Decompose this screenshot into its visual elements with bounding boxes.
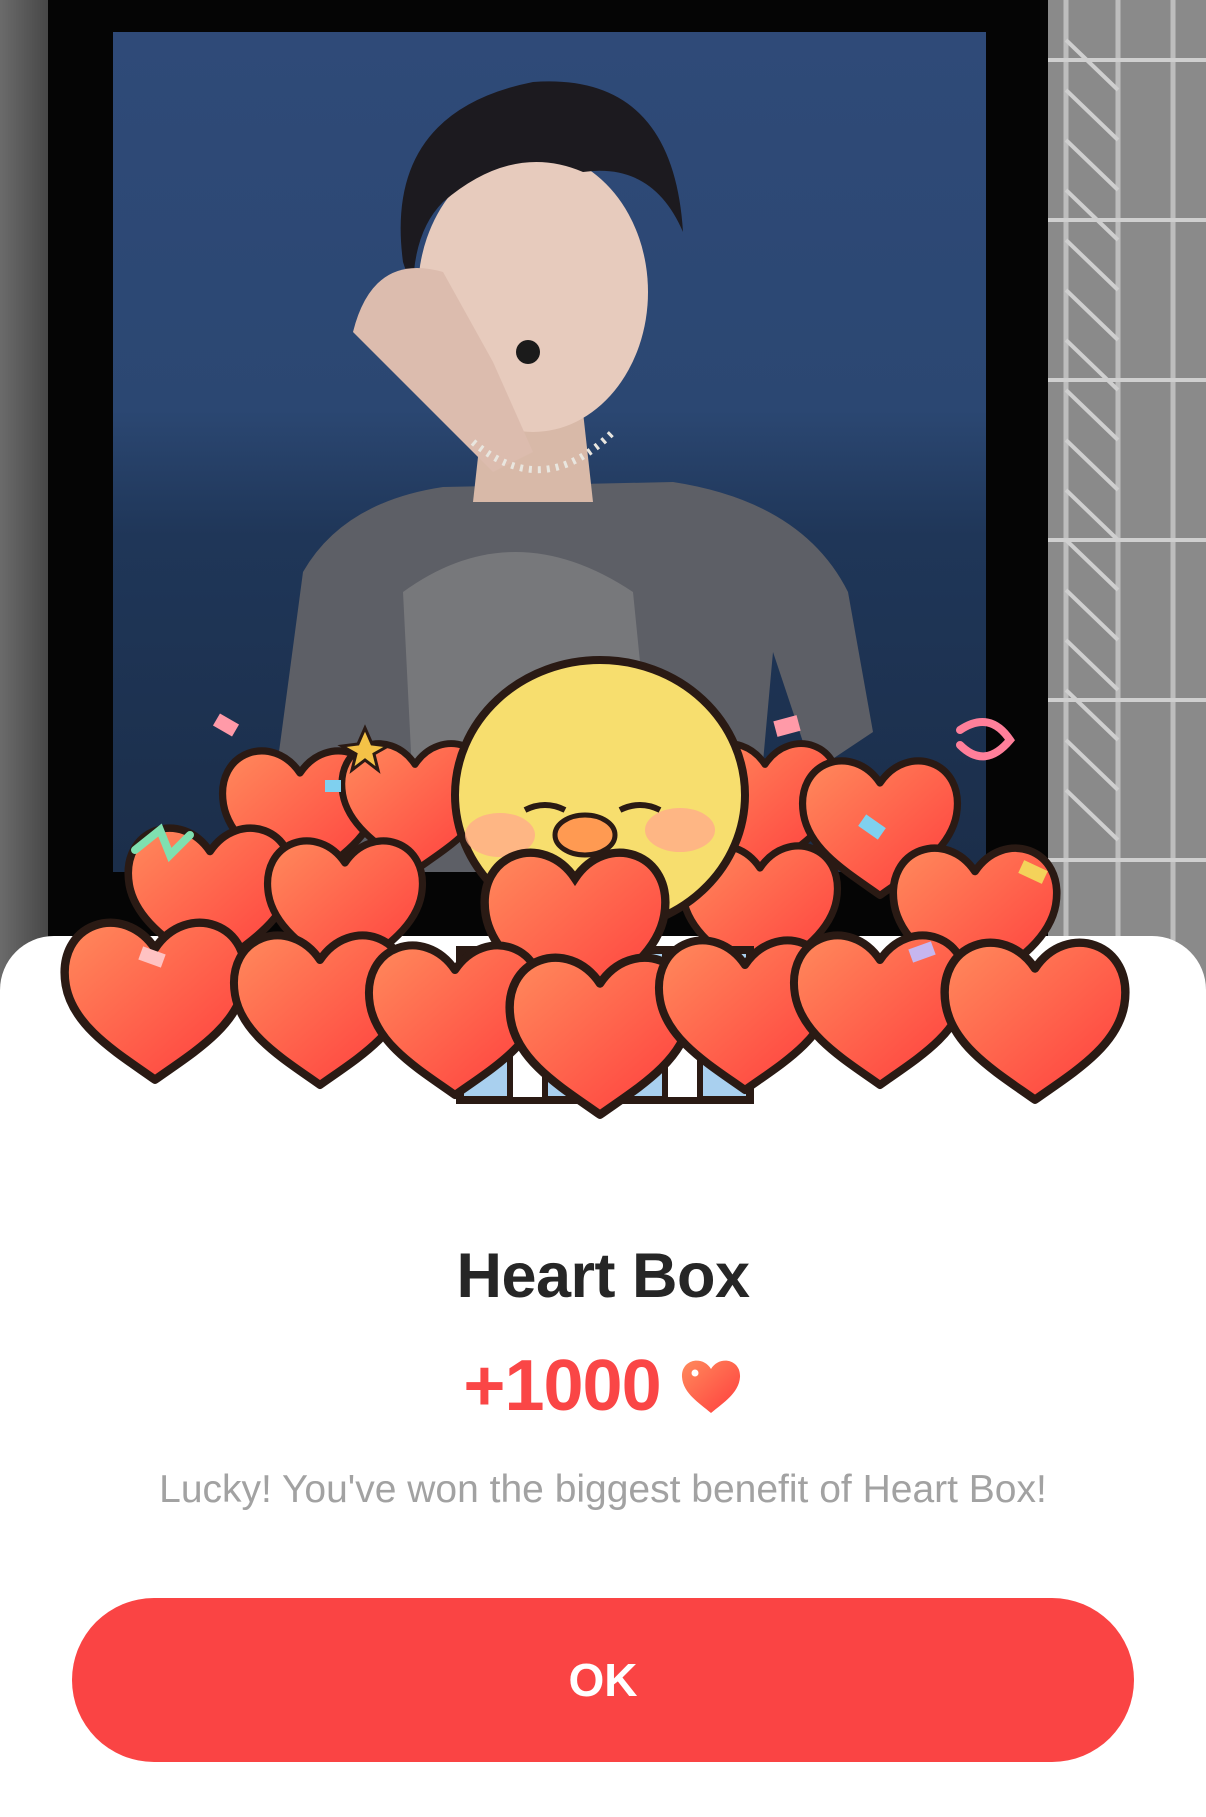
heart-box-illustration [0,656,1206,1190]
heart-shape [65,923,246,1080]
popup-title: Heart Box [456,1241,750,1311]
reward-amount-row: +1000 [0,1345,1206,1427]
heart-shape [945,943,1126,1100]
ok-button[interactable]: OK [72,1598,1134,1762]
reward-amount: +1000 [463,1346,661,1426]
reward-message: Lucky! You've won the biggest benefit of… [159,1468,1047,1511]
heart-shape [794,935,966,1085]
heart-icon [681,1360,740,1413]
